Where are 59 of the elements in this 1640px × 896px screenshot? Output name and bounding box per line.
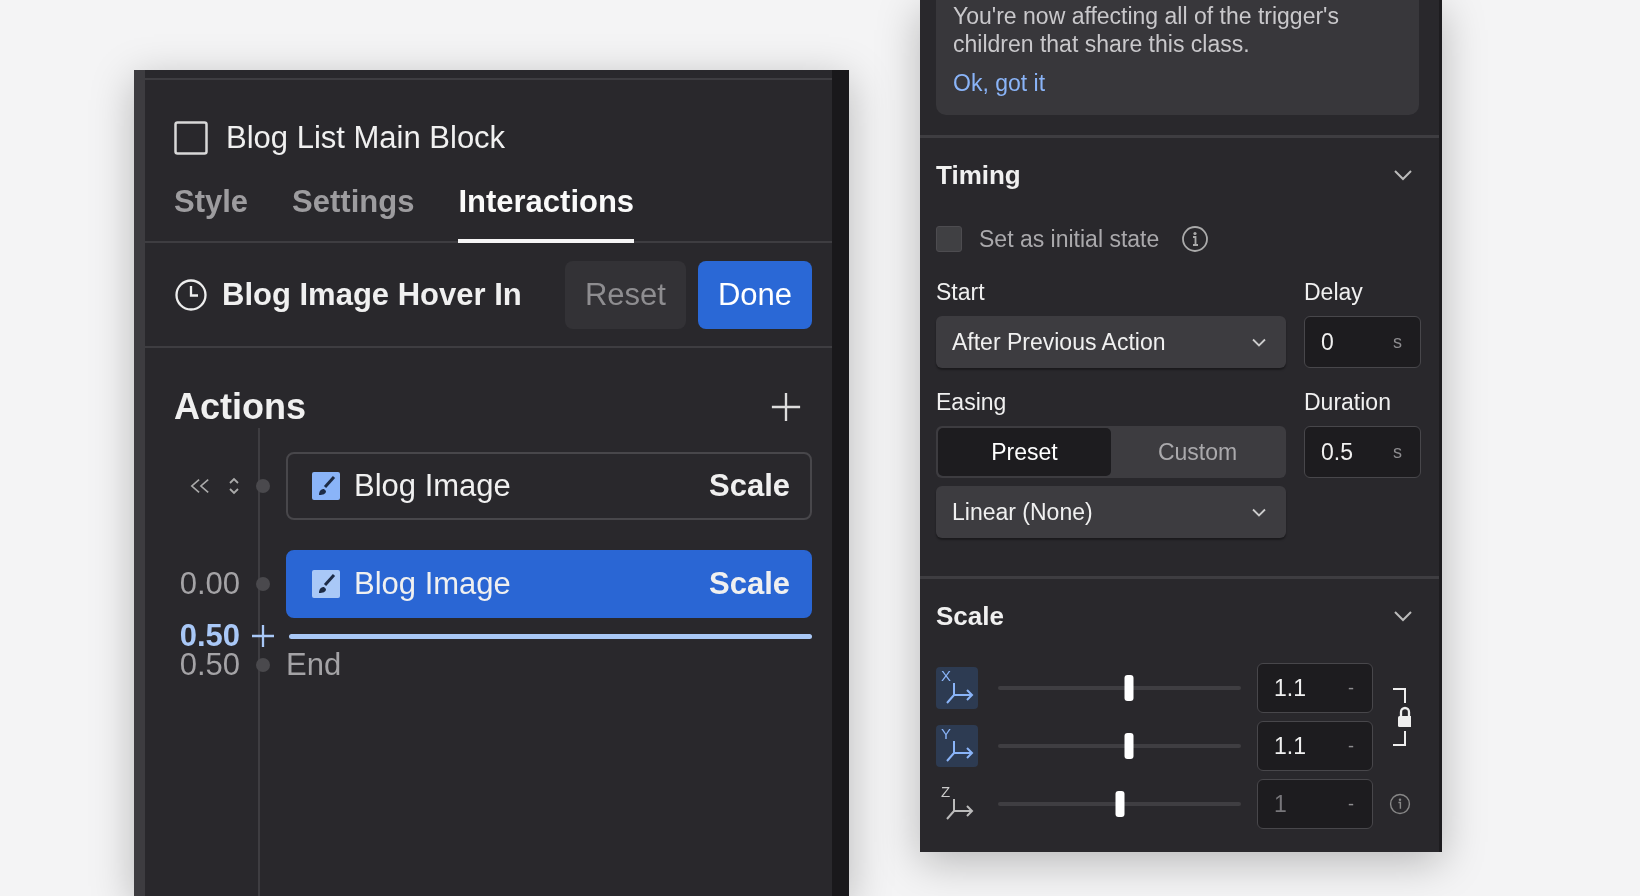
chevron-icon[interactable] xyxy=(1393,169,1413,181)
caret-icon xyxy=(1252,507,1266,517)
brush-icon xyxy=(312,570,340,598)
up-down-icon[interactable] xyxy=(228,476,240,496)
effect-name: Scale xyxy=(709,468,790,504)
segment-option[interactable]: Custom xyxy=(1111,428,1284,476)
rewind-icon[interactable] xyxy=(190,477,210,495)
target-name: Blog Image xyxy=(354,566,512,602)
section-heading: Timing xyxy=(936,159,1021,191)
panel-tab[interactable]: Interactions xyxy=(458,184,635,243)
scale-field[interactable]: 1 - xyxy=(1257,779,1373,829)
delay-field[interactable]: 0 s xyxy=(1304,316,1421,368)
action-card[interactable]: Blog Image Scale xyxy=(286,452,812,520)
field-label: Delay xyxy=(1304,278,1364,307)
scale-field[interactable]: 1.1 - xyxy=(1257,663,1373,713)
caret-icon xyxy=(1252,337,1266,347)
target-name: Blog Image xyxy=(354,468,512,504)
interaction-name: Blog Image Hover In xyxy=(222,277,523,313)
element-box-icon xyxy=(174,121,208,155)
chevron-icon[interactable] xyxy=(1393,610,1413,622)
done-button[interactable]: Done xyxy=(697,261,812,329)
actions-heading: Actions xyxy=(174,386,306,428)
checkbox[interactable] xyxy=(936,226,962,252)
panel-tab[interactable]: Settings xyxy=(292,184,415,243)
info-icon[interactable] xyxy=(1181,225,1210,253)
field-label: Duration xyxy=(1304,388,1392,417)
panel-tab[interactable]: Style xyxy=(174,184,249,243)
field-label: Start xyxy=(936,278,986,307)
slider-thumb[interactable] xyxy=(1115,791,1124,817)
action-card[interactable]: Blog Image Scale xyxy=(286,550,812,618)
axis-button[interactable]: Z xyxy=(936,783,978,825)
notice-text: You're now affecting all of the trigger's xyxy=(953,2,1339,30)
axis-arrows-icon xyxy=(946,797,976,821)
effect-name: Scale xyxy=(709,566,790,602)
element-name: Blog List Main Block xyxy=(226,120,506,156)
field-label: Easing xyxy=(936,388,1008,417)
brush-icon xyxy=(312,472,340,500)
ok-link[interactable]: Ok, got it xyxy=(953,70,1046,97)
duration-field[interactable]: 0.5 s xyxy=(1304,426,1421,478)
axis-button[interactable]: Y xyxy=(936,725,978,767)
axis-arrows-icon xyxy=(946,739,976,763)
time-label: 0.00 xyxy=(179,566,240,602)
reset-button[interactable]: Reset xyxy=(564,261,686,329)
notice-text: children that share this class. xyxy=(953,30,1250,58)
easing-select[interactable]: Linear (None) xyxy=(936,486,1286,538)
section-heading: Scale xyxy=(936,600,1004,632)
segment-option[interactable]: Preset xyxy=(938,428,1111,476)
axis-button[interactable]: X xyxy=(936,667,978,709)
axis-arrows-icon xyxy=(946,681,976,705)
end-label: End xyxy=(286,647,343,683)
start-select[interactable]: After Previous Action xyxy=(936,316,1286,368)
slider-thumb[interactable] xyxy=(1124,733,1134,759)
slider-thumb[interactable] xyxy=(1124,675,1134,701)
scale-field[interactable]: 1.1 - xyxy=(1257,721,1373,771)
checkbox-label: Set as initial state xyxy=(979,225,1160,253)
add-icon[interactable] xyxy=(770,391,802,423)
info-icon[interactable] xyxy=(1389,793,1411,815)
clock-icon xyxy=(174,278,208,312)
add-icon[interactable] xyxy=(251,624,275,648)
